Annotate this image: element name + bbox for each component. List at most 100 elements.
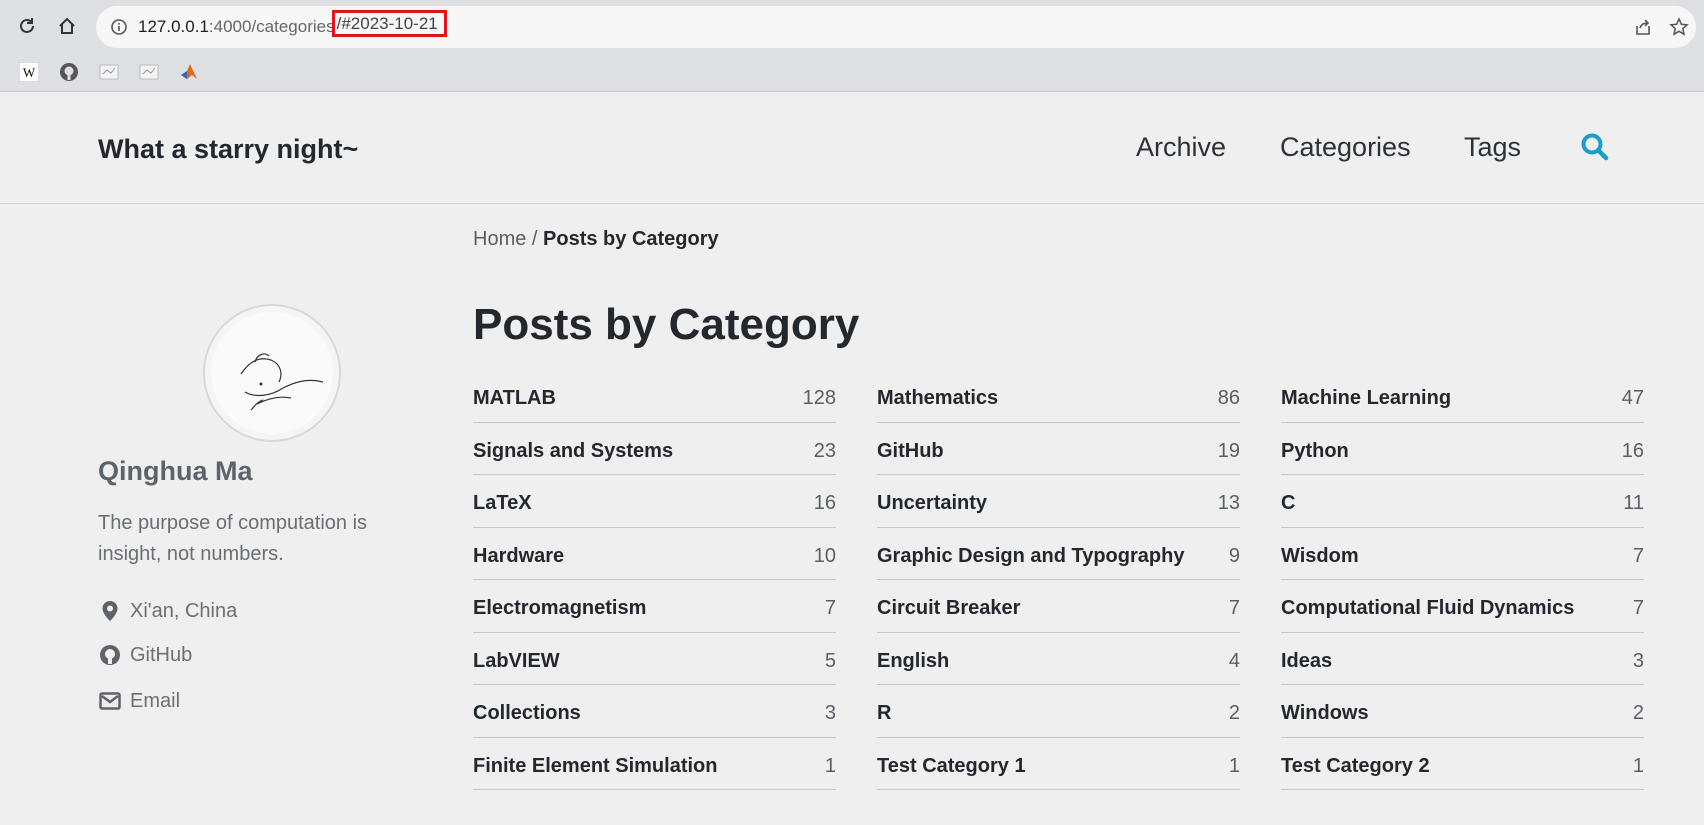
github-icon[interactable]	[58, 61, 80, 83]
category-name: Electromagnetism	[473, 597, 647, 620]
bookmark-star-icon[interactable]	[1668, 16, 1690, 38]
nav-tags-link[interactable]: Tags	[1464, 132, 1521, 163]
category-item[interactable]: Circuit Breaker 7	[877, 580, 1240, 633]
category-name: Test Category 1	[877, 754, 1026, 777]
category-count: 16	[1621, 439, 1644, 462]
home-icon[interactable]	[50, 9, 84, 43]
category-name: Wisdom	[1281, 544, 1359, 567]
site-title-link[interactable]: What a starry night~	[98, 134, 358, 165]
map-marker-icon	[98, 599, 122, 623]
category-count: 3	[824, 702, 836, 725]
category-name: Ideas	[1281, 649, 1333, 672]
category-name: Computational Fluid Dynamics	[1281, 597, 1575, 620]
url-text[interactable]: 127.0.0.1:4000/categories/#2023-10-21	[138, 10, 447, 37]
category-name: English	[877, 649, 950, 672]
category-name: Signals and Systems	[473, 439, 674, 462]
page-title: Posts by Category	[473, 300, 860, 349]
author-name: Qinghua Ma	[98, 456, 253, 486]
category-count: 128	[802, 387, 836, 410]
category-item[interactable]: Machine Learning 47	[1281, 370, 1644, 423]
category-item[interactable]: Computational Fluid Dynamics 7	[1281, 580, 1644, 633]
category-count: 19	[1217, 439, 1240, 462]
category-count: 10	[813, 544, 836, 567]
url-fragment-highlight: /#2023-10-21	[331, 10, 447, 37]
category-name: LaTeX	[473, 492, 532, 515]
category-item[interactable]: MATLAB 128	[473, 370, 836, 423]
category-count: 47	[1621, 387, 1644, 410]
category-name: MATLAB	[473, 387, 556, 410]
category-item[interactable]: Uncertainty 13	[877, 475, 1240, 528]
category-item[interactable]: Test Category 1 1	[877, 738, 1240, 790]
category-count: 13	[1217, 492, 1240, 515]
category-count: 11	[1623, 492, 1644, 515]
reload-icon[interactable]	[10, 9, 44, 43]
category-item[interactable]: Python 16	[1281, 423, 1644, 475]
category-count: 16	[813, 492, 836, 515]
category-count: 9	[1228, 544, 1240, 567]
address-bar[interactable]: 127.0.0.1:4000/categories/#2023-10-21	[96, 6, 1696, 48]
category-item[interactable]: Wisdom 7	[1281, 528, 1644, 580]
email-link[interactable]: Email	[98, 689, 180, 713]
category-item[interactable]: Electromagnetism 7	[473, 580, 836, 633]
category-count: 7	[1228, 597, 1240, 620]
site-info-icon[interactable]	[110, 18, 128, 41]
category-item[interactable]: C 11	[1281, 475, 1644, 528]
url-host: 127.0.0.1	[138, 17, 209, 36]
category-item[interactable]: R2	[877, 685, 1240, 738]
category-name: Hardware	[473, 544, 565, 567]
category-item[interactable]: Signals and Systems 23	[473, 423, 836, 475]
page-icon[interactable]	[98, 61, 120, 83]
category-name: Graphic Design and Typography	[877, 544, 1185, 567]
avatar	[203, 304, 341, 442]
category-column: Mathematics 86 GitHub 19 Uncertainty 13 Gra…	[877, 370, 1240, 790]
category-name: Windows	[1281, 702, 1369, 725]
category-count: 7	[1632, 544, 1644, 567]
category-count: 1	[1228, 754, 1240, 777]
category-item[interactable]: Windows 2	[1281, 685, 1644, 738]
github-link[interactable]: GitHub	[98, 643, 192, 667]
author-bio: The purpose of computation is insight, n…	[98, 512, 368, 565]
url-path: :4000/categories	[208, 17, 335, 36]
category-count: 3	[1632, 649, 1644, 672]
category-count: 2	[1228, 702, 1240, 725]
category-count: 86	[1217, 387, 1240, 410]
search-icon[interactable]	[1580, 132, 1610, 167]
category-item[interactable]: Ideas 3	[1281, 633, 1644, 685]
category-item[interactable]: Collections 3	[473, 685, 836, 738]
site-header: What a starry night~ Archive Categories …	[0, 92, 1704, 204]
category-item[interactable]: Test Category 2 1	[1281, 738, 1644, 790]
category-name: LabVIEW	[473, 649, 560, 672]
category-column: MATLAB 128 Signals and Systems 23 LaTeX 16 …	[473, 370, 836, 790]
category-name: Circuit Breaker	[877, 597, 1021, 620]
category-name: Test Category 2	[1281, 754, 1430, 777]
category-count: 7	[1632, 597, 1644, 620]
envelope-icon	[98, 689, 122, 713]
browser-toolbar: 127.0.0.1:4000/categories/#2023-10-21	[0, 0, 1704, 52]
category-item[interactable]: Hardware 10	[473, 528, 836, 580]
category-item[interactable]: Finite Element Simulation 1	[473, 738, 836, 790]
category-item[interactable]: Graphic Design and Typography 9	[877, 528, 1240, 580]
category-count: 5	[824, 649, 836, 672]
category-name: Finite Element Simulation	[473, 754, 718, 777]
page-icon[interactable]	[138, 61, 160, 83]
matlab-icon[interactable]	[178, 61, 200, 83]
share-icon[interactable]	[1632, 16, 1654, 38]
breadcrumb-home-link[interactable]: Home	[473, 228, 526, 250]
category-item[interactable]: Mathematics 86	[877, 370, 1240, 423]
nav-archive-link[interactable]: Archive	[1136, 132, 1226, 163]
nav-categories-link[interactable]: Categories	[1280, 132, 1411, 163]
location-text: Xi'an, China	[130, 599, 238, 622]
category-count: 7	[824, 597, 836, 620]
category-item[interactable]: LaTeX 16	[473, 475, 836, 528]
category-count: 2	[1632, 702, 1644, 725]
category-name: GitHub	[877, 439, 944, 462]
category-item[interactable]: English 4	[877, 633, 1240, 685]
category-column: Machine Learning 47 Python 16 C 11 Wisdom 7 …	[1281, 370, 1644, 790]
category-item[interactable]: GitHub 19	[877, 423, 1240, 475]
category-name: Python	[1281, 439, 1349, 462]
breadcrumb-current: Posts by Category	[543, 228, 719, 250]
wikipedia-icon[interactable]: W	[18, 61, 40, 83]
category-count: 23	[813, 439, 836, 462]
category-count: 1	[824, 754, 836, 777]
category-item[interactable]: LabVIEW 5	[473, 633, 836, 685]
